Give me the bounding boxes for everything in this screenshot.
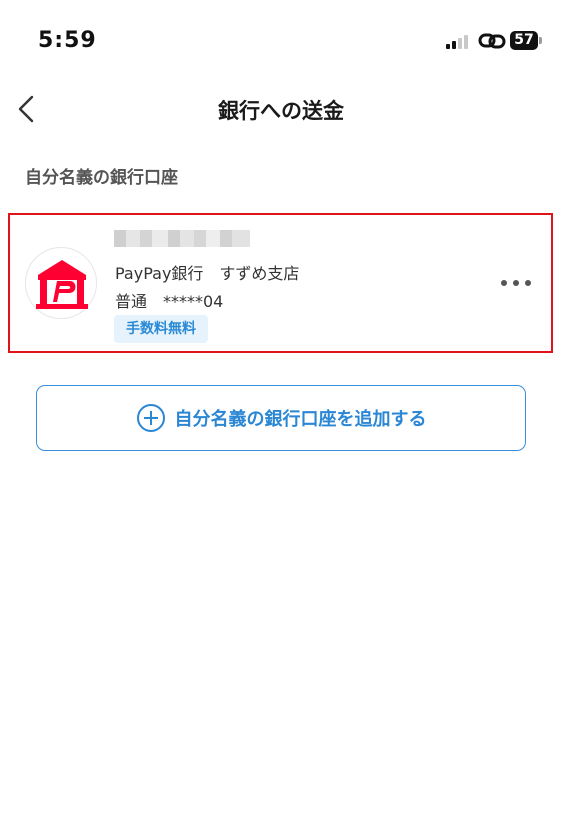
paypay-bank-logo — [25, 247, 97, 319]
plus-circle-icon — [136, 404, 165, 432]
nav-bar: 銀行への送金 — [0, 80, 562, 136]
add-account-label: 自分名義の銀行口座を追加する — [174, 409, 427, 430]
battery-tip — [539, 37, 542, 44]
page-title: 銀行への送金 — [218, 99, 344, 123]
status-time: 5:59 — [38, 28, 97, 53]
status-bar: 5:59 57 — [0, 0, 562, 80]
add-bank-account-button[interactable]: 自分名義の銀行口座を追加する — [36, 385, 526, 451]
masked-account-name — [114, 230, 250, 247]
more-horizontal-icon[interactable] — [501, 275, 531, 291]
bank-account-card[interactable]: PayPay銀行 すずめ支店 普通 *****04 手数料無料 — [8, 213, 553, 353]
account-number: 普通 *****04 — [115, 292, 224, 311]
signal-icon — [446, 35, 472, 49]
section-label: 自分名義の銀行口座 — [25, 168, 178, 188]
link-icon — [478, 33, 506, 49]
bank-branch-name: PayPay銀行 すずめ支店 — [115, 264, 300, 283]
fee-free-badge: 手数料無料 — [114, 315, 208, 343]
bank-building-icon — [36, 260, 88, 309]
battery-icon: 57 — [510, 31, 538, 50]
